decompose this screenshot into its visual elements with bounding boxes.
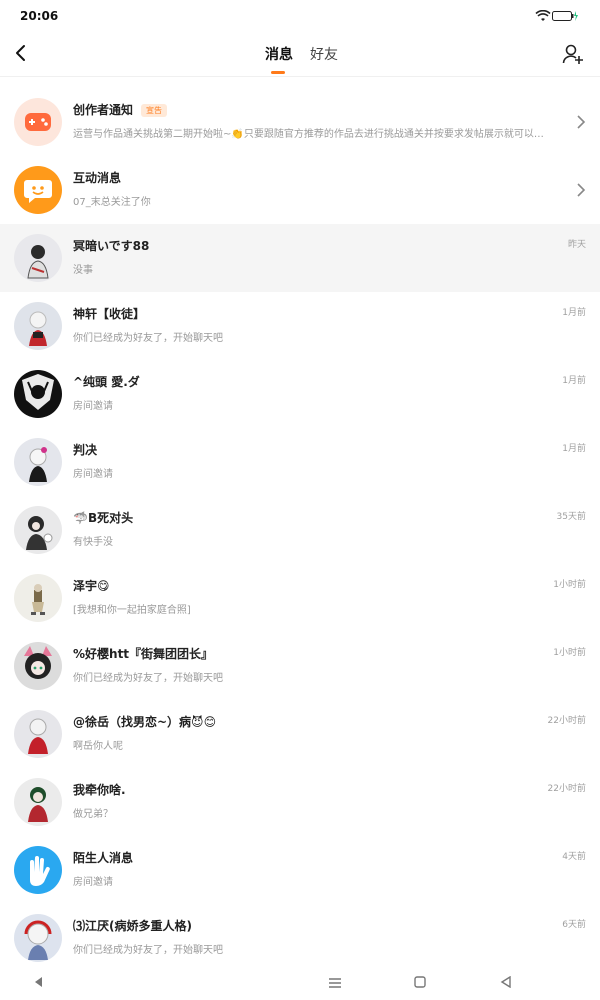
active-tab-indicator [271, 71, 285, 74]
item-title: 泽宇😋 [73, 579, 110, 593]
notice-tag: 宣告 [141, 104, 168, 117]
nav-home-icon[interactable] [414, 976, 426, 988]
item-title: 我牵你啥. [73, 783, 126, 797]
wifi-icon [535, 10, 551, 21]
item-time: 6天前 [562, 920, 586, 930]
item-time: 4天前 [562, 852, 586, 862]
status-bar: 20:06 [0, 0, 600, 34]
list-item[interactable]: ^纯頭 愛.ダ 房间邀请 1月前 [0, 360, 600, 428]
screen: 20:06 消息 好友 创作者通知 宣告 运营与作品通关挑战第二期开始啦~👏只要… [0, 0, 600, 1000]
item-subtitle: 没事 [73, 265, 93, 276]
back-arrow-icon[interactable] [10, 42, 32, 64]
battery-icon [552, 11, 578, 21]
nav-back-triangle-icon[interactable] [500, 976, 512, 988]
item-time: 1小时前 [553, 648, 586, 658]
item-subtitle: 房间邀请 [73, 469, 113, 480]
avatar [14, 574, 62, 622]
list-item[interactable]: 🦈B死对头 有快手没 35天前 [0, 496, 600, 564]
item-subtitle: 房间邀请 [73, 401, 113, 412]
avatar [14, 778, 62, 826]
top-bar: 消息 好友 [0, 34, 600, 77]
chat-bubble-icon [24, 180, 52, 203]
list-item[interactable]: %好樱htt『街舞团团长』 你们已经成为好友了，开始聊天吧 1小时前 [0, 632, 600, 700]
item-subtitle: [我想和你一起拍家庭合照] [73, 605, 191, 616]
message-list: 创作者通知 宣告 运营与作品通关挑战第二期开始啦~👏只要跟随官方推荐的作品去进行挑… [0, 88, 600, 972]
avatar [14, 166, 62, 214]
item-time: 1月前 [562, 308, 586, 318]
list-item[interactable]: @徐岳（找男恋~）病😈😊 啊岳你人呢 22小时前 [0, 700, 600, 768]
list-item[interactable]: 我牵你啥. 做兄弟？ 22小时前 [0, 768, 600, 836]
avatar [14, 370, 62, 418]
avatar [14, 234, 62, 282]
add-friend-icon[interactable] [561, 42, 585, 66]
avatar [14, 438, 62, 486]
list-item[interactable]: 冥暗いです88 没事 昨天 [0, 224, 600, 292]
item-subtitle: 啊岳你人呢 [73, 741, 123, 752]
waving-hand-icon [30, 856, 50, 886]
item-title: 互动消息 [73, 171, 122, 185]
avatar [14, 302, 62, 350]
gamepad-icon [25, 113, 51, 131]
item-time: 昨天 [567, 240, 586, 250]
list-item-creator-notice[interactable]: 创作者通知 宣告 运营与作品通关挑战第二期开始啦~👏只要跟随官方推荐的作品去进行挑… [0, 88, 600, 156]
list-item[interactable]: 泽宇😋 [我想和你一起拍家庭合照] 1小时前 [0, 564, 600, 632]
list-item[interactable]: 神轩【收徒】 你们已经成为好友了，开始聊天吧 1月前 [0, 292, 600, 360]
tab-messages[interactable]: 消息 [265, 44, 293, 64]
item-time: 35天前 [556, 512, 586, 522]
item-title: 创作者通知 宣告 [73, 101, 168, 118]
item-subtitle: 房间邀请 [73, 877, 113, 888]
item-title: 神轩【收徒】 [73, 307, 146, 321]
avatar [14, 710, 62, 758]
item-title: 判决 [73, 443, 98, 457]
avatar [14, 98, 62, 146]
item-time: 1月前 [562, 376, 586, 386]
nav-back-icon[interactable] [33, 976, 43, 988]
item-time: 22小时前 [547, 784, 586, 794]
avatar [14, 846, 62, 894]
list-item-interactions[interactable]: 互动消息 07_末总关注了你 [0, 156, 600, 224]
item-title: %好樱htt『街舞团团长』 [73, 647, 214, 661]
item-title: ^纯頭 愛.ダ [73, 375, 140, 389]
status-time: 20:06 [20, 9, 59, 23]
chevron-right-icon [577, 115, 586, 129]
avatar [14, 642, 62, 690]
list-item[interactable]: ⑶江厌(病娇多重人格) 你们已经成为好友了，开始聊天吧 6天前 [0, 904, 600, 972]
item-title: 陌生人消息 [73, 851, 134, 865]
item-subtitle: 07_末总关注了你 [73, 197, 151, 208]
item-subtitle: 做兄弟？ [73, 809, 113, 820]
item-title: 🦈B死对头 [73, 511, 134, 525]
nav-recents-icon[interactable] [328, 977, 342, 989]
item-subtitle: 你们已经成为好友了，开始聊天吧 [73, 945, 223, 956]
item-subtitle: 运营与作品通关挑战第二期开始啦~👏只要跟随官方推荐的作品去进行挑战通关并按要求发… [73, 129, 544, 140]
avatar [14, 506, 62, 554]
tab-friends[interactable]: 好友 [310, 44, 338, 64]
list-item[interactable]: 判决 房间邀请 1月前 [0, 428, 600, 496]
item-title: @徐岳（找男恋~）病😈😊 [73, 715, 217, 729]
item-subtitle: 你们已经成为好友了，开始聊天吧 [73, 333, 223, 344]
item-time: 22小时前 [547, 716, 586, 726]
item-time: 1小时前 [553, 580, 586, 590]
chevron-right-icon [577, 183, 586, 197]
item-subtitle: 有快手没 [73, 537, 113, 548]
item-time: 1月前 [562, 444, 586, 454]
item-title: 冥暗いです88 [73, 239, 150, 253]
system-nav-bar [0, 964, 600, 1000]
item-title: ⑶江厌(病娇多重人格) [73, 919, 192, 933]
item-subtitle: 你们已经成为好友了，开始聊天吧 [73, 673, 223, 684]
avatar [14, 914, 62, 962]
list-item-stranger-messages[interactable]: 陌生人消息 房间邀请 4天前 [0, 836, 600, 904]
